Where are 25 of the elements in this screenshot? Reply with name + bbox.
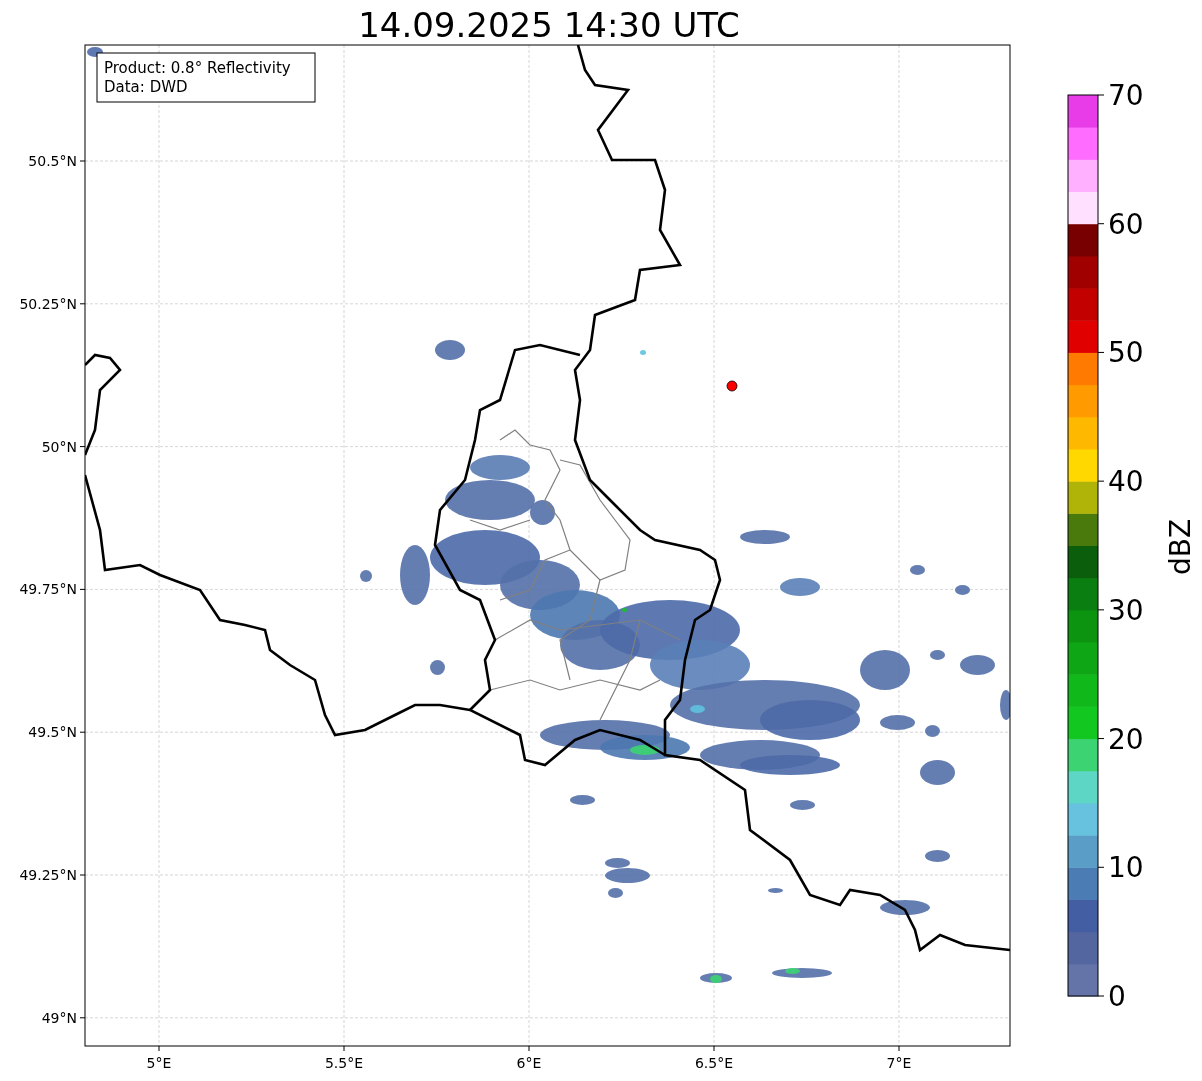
radar-site-marker <box>726 380 738 392</box>
latitude-label: 49.5°N <box>28 724 77 741</box>
colorbar-tick-label: 70 <box>1108 79 1144 112</box>
colorbar-tick-label: 0 <box>1108 980 1126 1013</box>
colorbar-label: dBZ <box>1164 518 1197 576</box>
colorbar-tick-label: 10 <box>1108 851 1144 885</box>
latitude-label: 50.25°N <box>19 295 77 312</box>
colorbar-tick-label: 40 <box>1108 465 1144 499</box>
latitude-label: 50.5°N <box>28 153 77 169</box>
latitude-label: 50°N <box>41 438 77 455</box>
colorbar-tick-label: 30 <box>1108 593 1144 627</box>
latitude-label: 49°N <box>41 1009 77 1026</box>
latitude-label: 49.25°N <box>19 867 77 883</box>
colorbar-tick-label: 20 <box>1108 722 1144 756</box>
colorbar-tick-label: 50 <box>1108 336 1144 370</box>
colorbar-tick-label: 60 <box>1108 207 1144 241</box>
longitude-label: 5°E <box>146 1055 172 1071</box>
longitude-label: 6°E <box>516 1055 542 1071</box>
longitude-label: 5.5°E <box>324 1055 364 1071</box>
info-text: Data: DWD <box>104 78 188 96</box>
longitude-label: 6.5°E <box>694 1055 734 1071</box>
info-text: Product: 0.8° Reflectivity <box>104 59 291 77</box>
latitude-label: 49.75°N <box>19 581 77 598</box>
longitude-label: 7°E <box>886 1055 912 1071</box>
map-title: 14.09.2025 14:30 UTC <box>358 5 740 45</box>
